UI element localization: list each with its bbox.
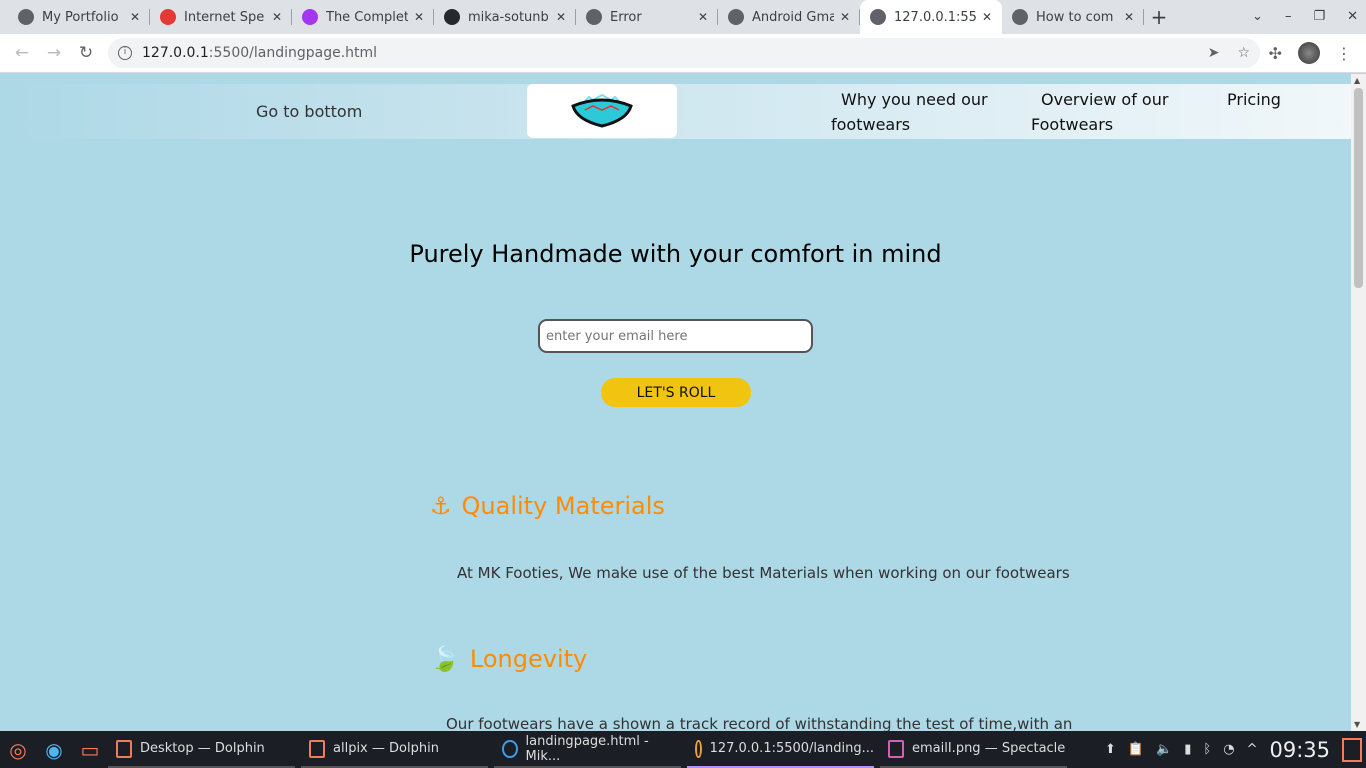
clipboard-icon[interactable]: 📋 xyxy=(1128,742,1144,757)
task-dolphin-allpix[interactable]: allpix — Dolphin xyxy=(301,731,488,768)
extensions-icon[interactable]: ✣ xyxy=(1269,44,1282,63)
go-to-bottom-link[interactable]: Go to bottom xyxy=(256,102,362,121)
system-tray: ⬆ 📋 🔈 ▮ ᛒ ◔ ^ 09:35 xyxy=(1105,737,1362,762)
tray-expand-icon[interactable]: ^ xyxy=(1247,742,1258,757)
page-viewport: Go to bottom Why you need our footwears … xyxy=(0,74,1351,731)
back-icon[interactable]: ← xyxy=(6,43,38,63)
new-tab-button[interactable]: + xyxy=(1144,0,1174,34)
site-logo[interactable] xyxy=(527,84,677,138)
lets-roll-button[interactable]: LET'S ROLL xyxy=(601,378,751,407)
close-tab-icon[interactable]: ✕ xyxy=(1124,10,1134,24)
globe-icon xyxy=(1012,9,1028,25)
bookmark-star-icon[interactable]: ☆ xyxy=(1237,45,1250,61)
email-input[interactable] xyxy=(538,319,813,353)
close-tab-icon[interactable]: ✕ xyxy=(130,10,140,24)
browser-tab-active[interactable]: 127.0.0.1:550✕ xyxy=(860,0,1002,34)
menu-icon[interactable]: ⋮ xyxy=(1336,44,1352,63)
app-launcher-icon[interactable]: ◎ xyxy=(0,735,36,765)
vscode-icon xyxy=(502,739,518,758)
minimize-icon[interactable]: – xyxy=(1285,0,1292,34)
close-tab-icon[interactable]: ✕ xyxy=(272,10,282,24)
browser-tab[interactable]: My Portfolio ✕ xyxy=(8,0,150,34)
task-chrome[interactable]: 127.0.0.1:5500/landing... xyxy=(687,731,874,768)
globe-icon xyxy=(870,9,886,25)
scrollbar-thumb[interactable] xyxy=(1354,88,1363,288)
speedometer-icon xyxy=(160,9,176,25)
browser-toolbar: ← → ↻ i 127.0.0.1:5500/landingpage.html … xyxy=(0,34,1366,73)
globe-icon xyxy=(728,9,744,25)
show-desktop-icon[interactable] xyxy=(1342,737,1362,762)
browser-tab[interactable]: Android Gma ✕ xyxy=(718,0,860,34)
browser-tab[interactable]: How to com ✕ xyxy=(1002,0,1144,34)
browser-tab[interactable]: Internet Spe ✕ xyxy=(150,0,292,34)
dolphin-icon xyxy=(116,739,132,758)
info-icon[interactable]: i xyxy=(118,46,132,60)
profile-avatar[interactable] xyxy=(1298,42,1320,64)
clock[interactable]: 09:35 xyxy=(1269,738,1330,762)
forward-icon[interactable]: → xyxy=(38,43,70,63)
feature-heading: 🍃 Longevity xyxy=(430,645,588,673)
bluetooth-icon[interactable]: ᛒ xyxy=(1203,742,1211,757)
globe-icon xyxy=(586,9,602,25)
updates-icon[interactable]: ⬆ xyxy=(1105,742,1116,757)
close-tab-icon[interactable]: ✕ xyxy=(840,10,850,24)
globe-icon xyxy=(18,9,34,25)
nav-overview[interactable]: Overview of our Footwears xyxy=(1031,87,1181,137)
leaf-icon: 🍃 xyxy=(430,645,460,673)
wifi-icon[interactable]: ◔ xyxy=(1223,742,1234,757)
close-tab-icon[interactable]: ✕ xyxy=(556,10,566,24)
udemy-icon xyxy=(302,9,318,25)
github-icon xyxy=(444,9,460,25)
volume-icon[interactable]: 🔈 xyxy=(1156,742,1172,757)
battery-icon[interactable]: ▮ xyxy=(1184,742,1191,757)
logo-icon xyxy=(571,93,633,128)
restore-icon[interactable]: ❐ xyxy=(1313,0,1325,34)
chrome-icon[interactable]: ◉ xyxy=(36,735,72,765)
dolphin-icon xyxy=(309,739,325,758)
browser-tab[interactable]: mika-sotunb ✕ xyxy=(434,0,576,34)
address-bar[interactable]: i 127.0.0.1:5500/landingpage.html ➤ ☆ xyxy=(108,38,1260,68)
chrome-icon xyxy=(695,739,702,758)
close-tab-icon[interactable]: ✕ xyxy=(698,10,708,24)
task-vscode[interactable]: landingpage.html - Mik... xyxy=(494,731,681,768)
page-scrollbar[interactable]: ▲ ▼ xyxy=(1351,74,1366,731)
task-dolphin-desktop[interactable]: Desktop — Dolphin xyxy=(108,731,295,768)
taskbar: ◎ ◉ ▭ Desktop — Dolphin allpix — Dolphin… xyxy=(0,731,1366,768)
reload-icon[interactable]: ↻ xyxy=(70,43,102,63)
nav-pricing[interactable]: Pricing xyxy=(1227,87,1281,112)
task-spectacle[interactable]: emailI.png — Spectacle xyxy=(880,731,1067,768)
feature-heading: ⚓ Quality Materials xyxy=(430,492,665,520)
anchor-icon: ⚓ xyxy=(430,492,452,520)
browser-tab[interactable]: The Complet ✕ xyxy=(292,0,434,34)
hero-title: Purely Handmade with your comfort in min… xyxy=(409,240,942,268)
tab-search-icon[interactable]: ⌄ xyxy=(1252,0,1263,34)
feature-text: At MK Footies, We make use of the best M… xyxy=(457,564,1070,582)
scroll-down-icon[interactable]: ▼ xyxy=(1354,720,1360,729)
close-window-icon[interactable]: ✕ xyxy=(1347,0,1358,34)
folder-icon[interactable]: ▭ xyxy=(72,735,108,765)
close-tab-icon[interactable]: ✕ xyxy=(414,10,424,24)
close-tab-icon[interactable]: ✕ xyxy=(982,10,992,24)
tab-strip: My Portfolio ✕ Internet Spe ✕ The Complet ✕… xyxy=(0,0,1366,34)
scroll-up-icon[interactable]: ▲ xyxy=(1354,76,1360,85)
send-icon[interactable]: ➤ xyxy=(1208,45,1220,61)
site-header: Go to bottom Why you need our footwears … xyxy=(0,84,1351,139)
feature-text: Our footwears have a shown a track recor… xyxy=(446,715,1073,731)
browser-tab[interactable]: Error ✕ xyxy=(576,0,718,34)
spectacle-icon xyxy=(888,739,904,758)
nav-why-footwears[interactable]: Why you need our footwears xyxy=(831,87,1001,137)
